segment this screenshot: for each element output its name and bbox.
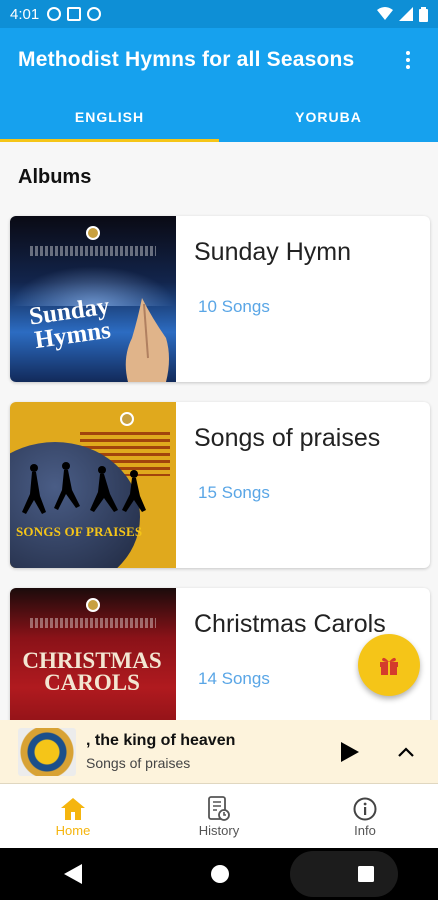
praying-hands-icon [125,298,169,382]
nav-home[interactable]: Home [0,784,146,848]
play-button[interactable] [332,734,368,770]
chevron-up-icon [398,746,414,757]
album-title: Songs of praises [194,424,381,452]
tab-english[interactable]: ENGLISH [0,92,219,142]
back-icon[interactable] [64,864,83,884]
gift-icon [380,657,398,675]
gift-button[interactable] [358,634,420,696]
nav-home-label: Home [55,822,91,838]
now-playing-title: , the king of heaven [86,732,236,749]
album-cover: Sunday Hymns [10,216,176,382]
song-count: 10 Songs [198,297,270,316]
album-title: Sunday Hymn [194,238,352,266]
nav-info[interactable]: Info [292,784,438,848]
gmail-notification-icon [67,7,82,21]
status-bar: 4:01 [0,0,438,28]
sync-notification-icon [87,7,102,21]
recents-highlight [290,851,398,897]
bottom-navigation: Home History Info [0,784,438,848]
album-cover: CHRISTMAS CAROLS [10,588,176,720]
home-icon [61,795,85,823]
recents-icon[interactable] [357,866,374,882]
song-count: 15 Songs [198,483,270,502]
album-card-songs-of-praises[interactable]: SONGS OF PRAISES Songs of praises 15 Son… [10,402,430,568]
language-tabs: ENGLISH YORUBA [0,92,438,142]
more-options-icon[interactable] [396,48,420,72]
albums-list[interactable]: Albums Sunday Hymns Sunday Hymn 10 Songs [0,142,438,720]
album-card-sunday-hymn[interactable]: Sunday Hymns Sunday Hymn 10 Songs [10,216,430,382]
battery-icon [419,6,428,22]
nav-history-label: History [198,822,240,838]
cover-title: CHRISTMAS CAROLS [22,648,162,695]
seal-icon [120,412,134,426]
seal-icon [86,598,100,612]
play-icon [341,741,359,762]
info-icon [353,795,377,823]
cover-caption [30,618,156,628]
history-icon [207,795,231,823]
cover-title: SONGS OF PRAISES [16,524,143,539]
status-time: 4:01 [10,5,40,23]
system-navigation-bar [0,848,438,900]
expand-player-button[interactable] [388,734,424,770]
signal-icon [399,7,413,21]
app-title: Methodist Hymns for all Seasons [18,48,355,71]
seal-icon [86,226,100,240]
home-circle-icon[interactable] [210,865,229,883]
album-cover: SONGS OF PRAISES [10,402,176,568]
nav-info-label: Info [354,822,376,838]
nav-history[interactable]: History [146,784,292,848]
mini-player[interactable]: , the king of heaven Songs of praises [0,720,438,784]
jumping-people-icon [22,462,146,514]
player-thumbnail [18,727,76,776]
section-title: Albums [18,166,92,188]
wifi-icon [377,7,393,20]
media-notification-icon [47,7,62,21]
app-bar: Methodist Hymns for all Seasons [0,28,438,92]
tab-yoruba[interactable]: YORUBA [219,92,438,142]
cover-caption [30,246,156,256]
now-playing-album: Songs of praises [86,755,191,771]
